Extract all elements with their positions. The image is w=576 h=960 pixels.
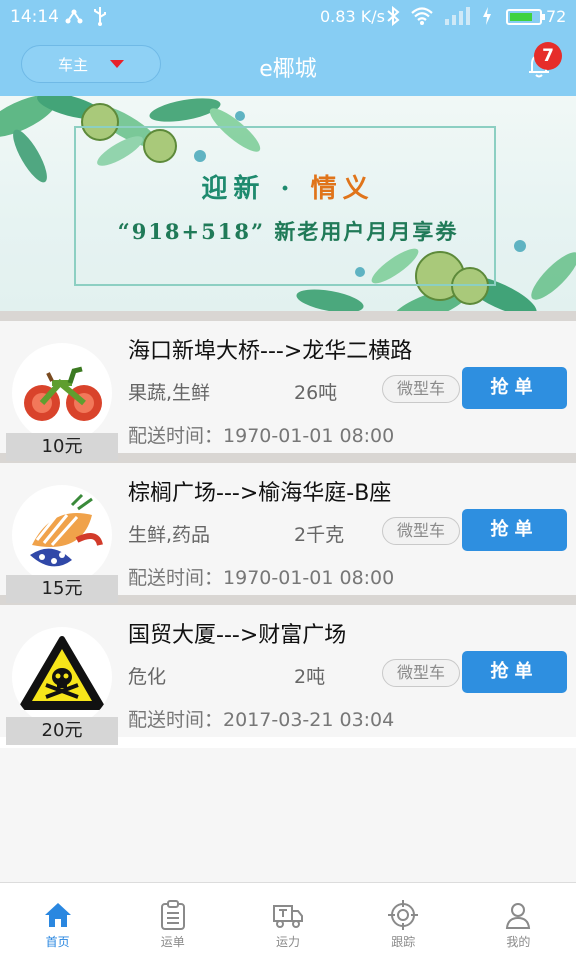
route-text: 棕榈广场--->榆海华庭-B座 (128, 481, 392, 506)
list-separator (0, 311, 576, 321)
delivery-time-label: 配送时间： (128, 709, 224, 731)
cargo-weight: 2千克 (294, 524, 345, 546)
tab-label: 运力 (276, 935, 301, 949)
delivery-time-value: 2017-03-21 03:04 (223, 709, 395, 731)
cargo-weight: 2吨 (294, 666, 326, 688)
order-card[interactable]: 10元 海口新埠大桥--->龙华二横路 果蔬,生鲜 26吨 微型车 抢单 配送时… (0, 321, 576, 461)
user-icon (506, 903, 531, 929)
status-time: 14:14 (10, 7, 59, 27)
tab-waybill[interactable]: 运单 (115, 883, 230, 960)
vehicle-tag: 微型车 (382, 375, 460, 403)
delivery-time-value: 1970-01-01 08:00 (223, 567, 395, 589)
banner-frame (74, 126, 496, 286)
banner-headline-dot: · (280, 174, 296, 204)
delivery-time-label: 配送时间： (128, 567, 224, 589)
banner-headline-part1: 迎新 (201, 174, 266, 204)
target-icon (388, 900, 419, 930)
promo-banner[interactable]: 迎新 · 情义 “918+518” 新老用户月月享券 (0, 96, 576, 311)
vehicle-tag: 微型车 (382, 517, 460, 545)
grab-order-button[interactable]: 抢单 (462, 367, 567, 409)
order-card[interactable]: 20元 国贸大厦--->财富广场 危化 2吨 微型车 抢单 配送时间：2017-… (0, 605, 576, 745)
tab-tracking[interactable]: 跟踪 (346, 883, 461, 960)
bottom-tab-bar: 首页 运单 运力 跟踪 我的 (0, 882, 576, 960)
network-speed: 0.83 K/s (320, 7, 385, 26)
toxic-warning-icon (19, 636, 105, 710)
delivery-time-label: 配送时间： (128, 425, 224, 447)
battery-percent: 72 (546, 7, 567, 26)
bluetooth-icon (387, 6, 400, 26)
signal-icon (445, 7, 470, 25)
home-icon (44, 903, 71, 927)
list-empty-area (0, 748, 576, 882)
veggie-bicycle-icon (24, 366, 102, 421)
banner-headline: 迎新 · 情义 (0, 168, 576, 205)
tab-me[interactable]: 我的 (461, 883, 576, 960)
grab-order-button[interactable]: 抢单 (462, 651, 567, 693)
usb-icon (94, 7, 106, 26)
order-list: 10元 海口新埠大桥--->龙华二横路 果蔬,生鲜 26吨 微型车 抢单 配送时… (0, 311, 576, 745)
seafood-platter-icon (30, 493, 103, 567)
tab-label: 我的 (506, 935, 531, 949)
share-icon (65, 9, 83, 24)
route-text: 海口新埠大桥--->龙华二横路 (128, 339, 413, 364)
grab-order-button[interactable]: 抢单 (462, 509, 567, 551)
price-tag: 20元 (6, 717, 118, 745)
cargo-weight: 26吨 (294, 382, 338, 404)
cargo-type: 危化 (128, 666, 167, 688)
tab-label: 跟踪 (391, 935, 416, 949)
clipboard-icon (160, 900, 185, 930)
status-bar: 14:14 0.83 K/s 72 (0, 0, 576, 34)
price-tag: 15元 (6, 575, 118, 603)
tab-label: 运单 (160, 935, 185, 949)
banner-subline: “918+518” 新老用户月月享券 (117, 219, 459, 244)
route-text: 国贸大厦--->财富广场 (128, 623, 347, 648)
status-left-icons (64, 6, 108, 26)
banner-headline-part2: 情义 (310, 174, 375, 204)
charging-icon (483, 7, 491, 25)
delivery-time-value: 1970-01-01 08:00 (223, 425, 395, 447)
tab-label: 首页 (45, 935, 70, 949)
price-tag: 10元 (6, 433, 118, 461)
cargo-type: 生鲜,药品 (128, 524, 211, 546)
delivery-time: 配送时间：2017-03-21 03:04 (128, 705, 394, 732)
battery-icon (506, 9, 545, 25)
status-right-icons (386, 6, 492, 26)
notification-badge: 7 (534, 42, 562, 70)
delivery-time: 配送时间：1970-01-01 08:00 (128, 421, 394, 448)
cargo-thumbnail (12, 485, 112, 585)
battery-fill (510, 13, 532, 21)
vehicle-tag: 微型车 (382, 659, 460, 687)
order-card[interactable]: 15元 棕榈广场--->榆海华庭-B座 生鲜,药品 2千克 微型车 抢单 配送时… (0, 463, 576, 603)
tab-capacity[interactable]: 运力 (230, 883, 345, 960)
cargo-type: 果蔬,生鲜 (128, 382, 211, 404)
cargo-thumbnail (12, 627, 112, 727)
tab-home[interactable]: 首页 (0, 883, 115, 960)
header-bar: 14:14 0.83 K/s 72 车主 e椰城 7 (0, 0, 576, 96)
truck-icon (273, 905, 303, 928)
cargo-thumbnail (12, 343, 112, 443)
delivery-time: 配送时间：1970-01-01 08:00 (128, 563, 394, 590)
app-title: e椰城 (259, 57, 317, 82)
wifi-icon (411, 7, 433, 25)
